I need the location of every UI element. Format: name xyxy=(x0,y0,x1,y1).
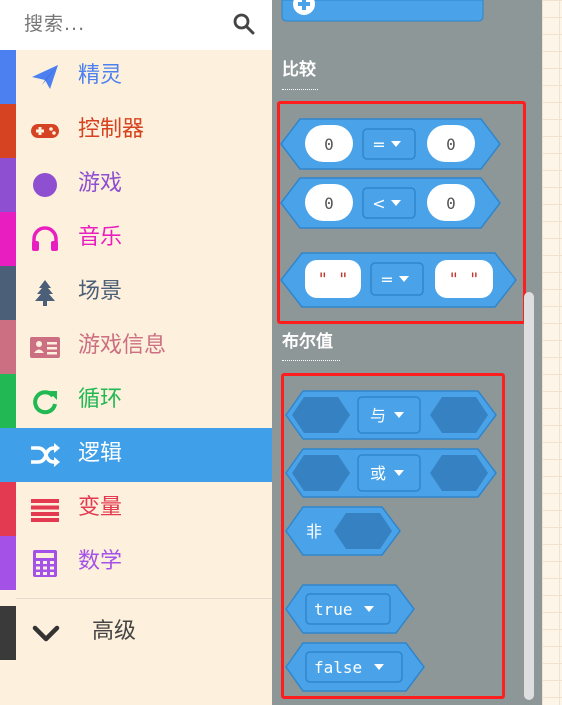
category-loops[interactable]: 循环 xyxy=(0,374,272,428)
category-logic[interactable]: 逻辑 xyxy=(0,428,272,482)
category-math[interactable]: 数学 xyxy=(0,536,272,590)
comparison-heading: 比较 xyxy=(282,60,316,80)
list-icon xyxy=(31,499,59,522)
category-color-bar xyxy=(0,320,16,374)
category-label: 游戏信息 xyxy=(78,333,167,358)
flyout-scrollbar[interactable] xyxy=(524,292,534,700)
category-color-bar xyxy=(0,428,16,482)
search-icon[interactable] xyxy=(232,12,256,36)
category-label: 音乐 xyxy=(78,225,123,250)
circle-icon xyxy=(33,173,57,197)
workspace-grid xyxy=(542,0,562,705)
heading-underline xyxy=(282,89,318,90)
category-label: 控制器 xyxy=(78,117,145,142)
category-sprites[interactable]: 精灵 xyxy=(0,50,272,104)
heading-underline xyxy=(282,360,340,361)
shuffle-icon xyxy=(31,443,60,467)
chevron-down-icon xyxy=(32,625,60,642)
category-color-bar xyxy=(0,606,16,660)
category-color-bar xyxy=(0,212,16,266)
paper-plane-icon xyxy=(32,65,58,89)
refresh-icon xyxy=(33,390,57,415)
category-game-info[interactable]: 游戏信息 xyxy=(0,320,272,374)
partial-block[interactable] xyxy=(278,0,488,24)
category-game[interactable]: 游戏 xyxy=(0,158,272,212)
category-controller[interactable]: 控制器 xyxy=(0,104,272,158)
category-label: 变量 xyxy=(78,495,123,520)
tree-icon xyxy=(35,280,55,306)
category-label: 高级 xyxy=(92,619,137,644)
category-scene[interactable]: 场景 xyxy=(0,266,272,320)
category-label: 逻辑 xyxy=(78,441,123,466)
highlight-box-comparison xyxy=(277,101,526,324)
category-color-bar xyxy=(0,482,16,536)
category-color-bar xyxy=(0,266,16,320)
category-color-bar xyxy=(0,374,16,428)
category-music[interactable]: 音乐 xyxy=(0,212,272,266)
sidebar-divider xyxy=(16,598,272,599)
category-label: 精灵 xyxy=(78,63,123,88)
highlight-box-boolean xyxy=(281,373,505,699)
category-variables[interactable]: 变量 xyxy=(0,482,272,536)
category-label: 场景 xyxy=(78,279,123,304)
boolean-heading: 布尔值 xyxy=(282,332,333,352)
category-color-bar xyxy=(0,158,16,212)
toolbox-sidebar: 精灵 控制器 游戏 音乐 场景 xyxy=(0,0,272,705)
category-advanced[interactable]: 高级 xyxy=(0,606,272,660)
category-label: 循环 xyxy=(78,387,123,412)
category-color-bar xyxy=(0,50,16,104)
search-box xyxy=(0,0,272,50)
category-color-bar xyxy=(0,104,16,158)
headphones-icon xyxy=(32,226,58,251)
gamepad-icon xyxy=(31,124,59,138)
category-color-bar xyxy=(0,536,16,590)
id-card-icon xyxy=(30,337,60,358)
calculator-icon xyxy=(33,550,57,577)
category-label: 游戏 xyxy=(78,171,123,196)
search-input[interactable] xyxy=(22,8,226,40)
category-label: 数学 xyxy=(78,549,123,574)
